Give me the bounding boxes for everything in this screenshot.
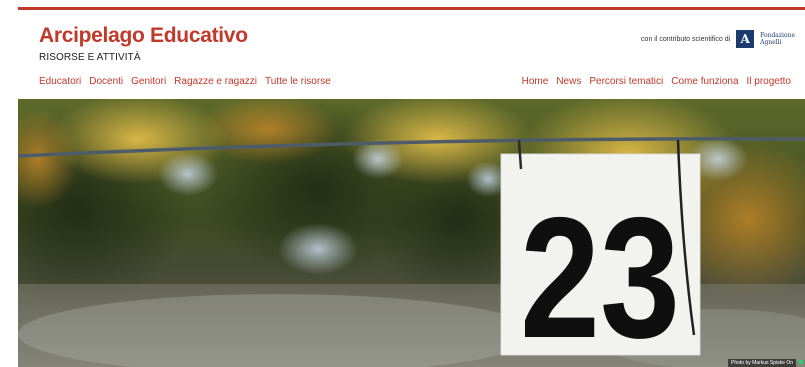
sponsor-block[interactable]: con il contributo scientifico di A Fonda…	[641, 30, 795, 48]
fondazione-agnelli-logo-icon: A	[736, 30, 755, 48]
nav-item-come-funziona[interactable]: Come funziona	[671, 76, 738, 87]
site-title[interactable]: Arcipelago Educativo	[39, 24, 248, 48]
nav-item-docenti[interactable]: Docenti	[89, 76, 123, 87]
brand-block[interactable]: Arcipelago Educativo RISORSE E ATTIVITÀ	[39, 24, 248, 63]
photo-credit[interactable]: Photo by Markus Spiske On	[728, 359, 796, 367]
nav-item-tutte-le-risorse[interactable]: Tutte le risorse	[265, 76, 331, 87]
hero-image: 23 Photo by Markus Spiske On	[18, 99, 805, 367]
nav-item-genitori[interactable]: Genitori	[131, 76, 166, 87]
top-accent-rule	[18, 7, 805, 10]
site-subtitle: RISORSE E ATTIVITÀ	[39, 52, 141, 63]
sign-number: 23	[520, 182, 680, 367]
nav-item-ragazze-e-ragazzi[interactable]: Ragazze e ragazzi	[174, 76, 257, 87]
nav-item-educatori[interactable]: Educatori	[39, 76, 81, 87]
nav-item-percorsi-tematici[interactable]: Percorsi tematici	[589, 76, 663, 87]
hero-photo: 23	[18, 99, 805, 367]
nav-item-home[interactable]: Home	[522, 76, 549, 87]
main-nav: Home News Percorsi tematici Come funzion…	[522, 76, 791, 87]
status-dot-icon	[799, 360, 803, 364]
sponsor-name: Fondazione Agnelli	[760, 32, 795, 46]
nav-item-il-progetto[interactable]: Il progetto	[747, 76, 791, 87]
nav-item-news[interactable]: News	[556, 76, 581, 87]
audience-nav: Educatori Docenti Genitori Ragazze e rag…	[39, 76, 331, 87]
sponsor-text: con il contributo scientifico di	[641, 35, 731, 43]
